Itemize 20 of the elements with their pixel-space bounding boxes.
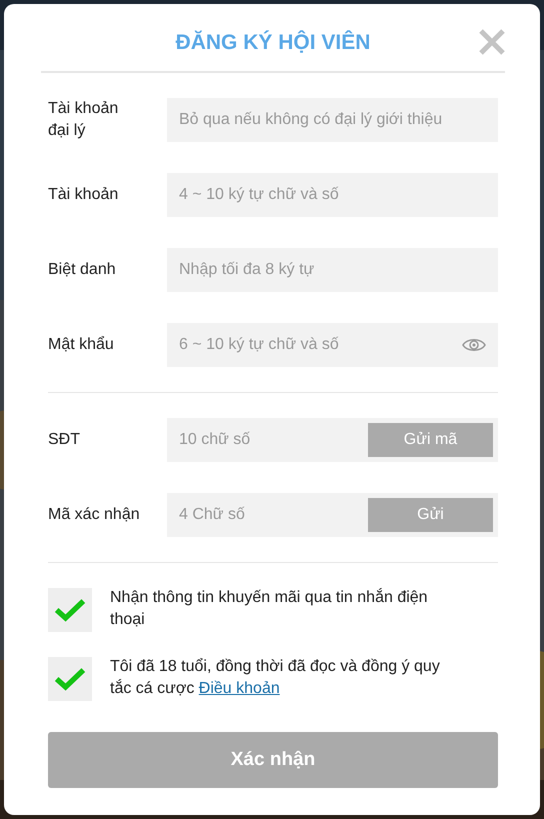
agreement-text: Tôi đã 18 tuổi, đồng thời đã đọc và đồng ý quy tắc cá cược Điều khoản	[110, 657, 441, 700]
input-field[interactable]: 6 ~ 10 ký tự chữ và số	[167, 323, 498, 368]
input-field[interactable]: 4 ~ 10 ký tự chữ và số	[167, 173, 498, 218]
close-icon[interactable]	[478, 28, 506, 56]
field-label: Tài khoản	[48, 185, 120, 206]
dialog-title: ĐĂNG KÝ HỘI VIÊN	[176, 29, 370, 56]
input-field[interactable]: Bỏ qua nếu không có đại lý giới thiệu	[167, 98, 498, 142]
field-label: Mã xác nhận	[48, 505, 141, 526]
input-field[interactable]: Nhập tối đa 8 ký tự	[167, 248, 498, 292]
checkbox[interactable]	[48, 657, 92, 702]
eye-icon[interactable]	[462, 337, 486, 354]
send-code-button[interactable]: Gửi	[368, 498, 493, 532]
field-label: Tài khoản đại lý	[48, 99, 120, 142]
field-label: Mật khẩu	[48, 335, 115, 356]
field-label: SĐT	[48, 430, 81, 450]
checkbox[interactable]	[48, 588, 92, 632]
field-label: Biệt danh	[48, 260, 117, 280]
send-code-button[interactable]: Gửi mã	[368, 423, 493, 458]
terms-link[interactable]: Điều khoản	[198, 680, 280, 698]
agreement-text: Nhận thông tin khuyến mãi qua tin nhắn điện thoại	[110, 587, 429, 630]
